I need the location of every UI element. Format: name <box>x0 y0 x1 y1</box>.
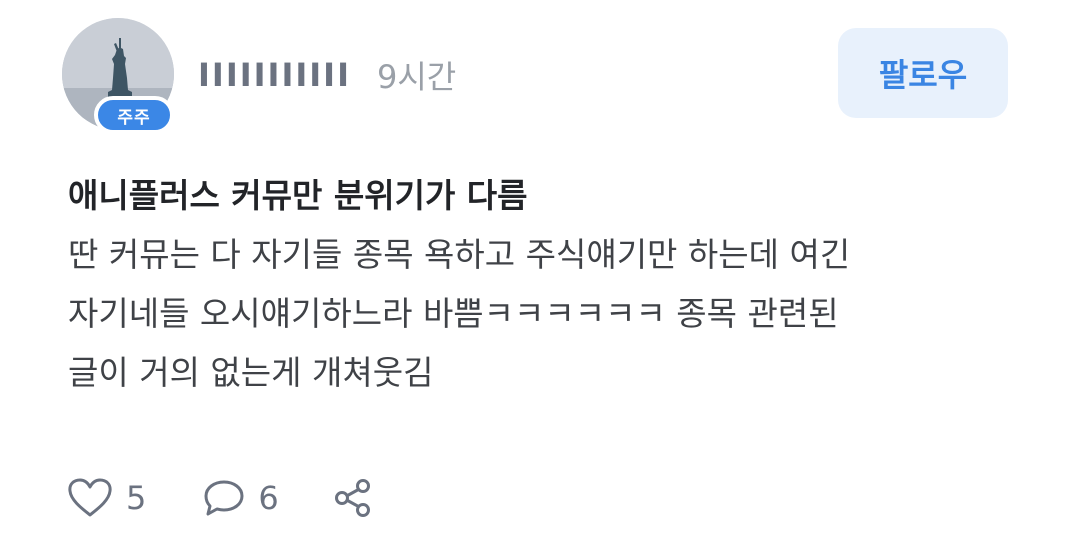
heart-icon <box>68 478 112 517</box>
author-avatar-container[interactable]: 주주 <box>62 18 174 134</box>
like-button[interactable]: 5 <box>66 477 146 519</box>
post-timestamp: 9시간 <box>376 58 457 96</box>
author-name[interactable]: IIIIIIIIIII <box>198 56 351 94</box>
post-body-line: 자기네들 오시얘기하느라 바쁨ㅋㅋㅋㅋㅋㅋ 종목 관련된 <box>68 294 839 333</box>
post-body[interactable]: 딴 커뮤는 다 자기들 종목 욕하고 주식얘기만 하는데 여긴 자기네들 오시얘… <box>68 225 1028 402</box>
share-button[interactable] <box>333 477 373 519</box>
comment-count: 6 <box>258 479 279 517</box>
post-body-line: 글이 거의 없는게 개쳐웃김 <box>68 353 434 392</box>
follow-button[interactable]: 팔로우 <box>838 28 1008 118</box>
shareholder-badge: 주주 <box>94 96 174 134</box>
post-title[interactable]: 애니플러스 커뮤만 분위기가 다름 <box>68 172 1028 220</box>
comment-button[interactable]: 6 <box>202 477 279 519</box>
share-icon <box>334 479 370 517</box>
like-count: 5 <box>126 479 147 517</box>
post-card: 주주 IIIIIIIIIII 9시간 팔로우 애니플러스 커뮤만 분위기가 다름… <box>0 0 1080 543</box>
post-actions: 5 6 <box>66 470 373 526</box>
author-meta: IIIIIIIIIII 9시간 <box>198 55 457 96</box>
comment-icon <box>204 480 244 516</box>
post-body-line: 딴 커뮤는 다 자기들 종목 욕하고 주식얘기만 하는데 여긴 <box>68 235 851 274</box>
